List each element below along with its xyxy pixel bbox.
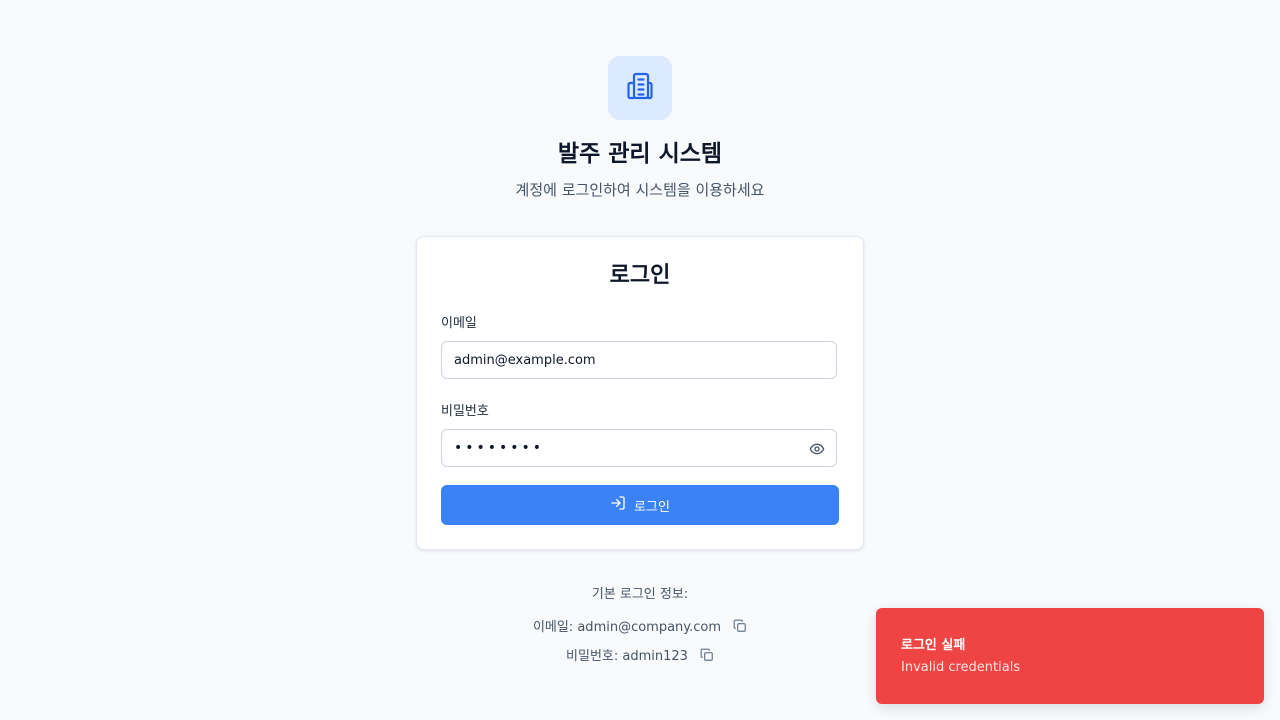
copy-icon[interactable] <box>733 619 747 633</box>
copy-icon[interactable] <box>700 648 714 662</box>
default-email-text: 이메일: admin@company.com <box>532 620 722 635</box>
app-title: 발주 관리 시스템 <box>557 141 723 167</box>
email-input-value: admin@example.com <box>454 352 596 368</box>
default-password-text: 비밀번호: admin123 <box>566 649 688 664</box>
error-toast[interactable]: 로그인 실패 Invalid credentials <box>876 608 1264 704</box>
app-subtitle: 계정에 로그인하여 시스템을 이용하세요 <box>515 181 765 199</box>
email-label: 이메일 <box>441 316 477 331</box>
login-button-label: 로그인 <box>634 499 670 515</box>
login-card: 로그인 이메일 admin@example.com 비밀번호 •••••••• … <box>416 236 864 550</box>
login-card-title: 로그인 <box>609 263 671 288</box>
default-info-heading: 기본 로그인 정보: <box>591 587 689 602</box>
login-button[interactable]: 로그인 <box>441 485 839 525</box>
app-logo <box>608 56 672 120</box>
password-input-value: •••••••• <box>454 440 545 456</box>
building-icon <box>624 70 656 106</box>
email-input[interactable]: admin@example.com <box>441 341 837 379</box>
password-input[interactable]: •••••••• <box>441 429 837 467</box>
password-label: 비밀번호 <box>441 404 489 419</box>
toast-title: 로그인 실패 <box>901 638 966 653</box>
toast-message: Invalid credentials <box>901 660 1021 675</box>
eye-icon[interactable] <box>808 441 826 457</box>
log-in-icon <box>610 495 626 515</box>
